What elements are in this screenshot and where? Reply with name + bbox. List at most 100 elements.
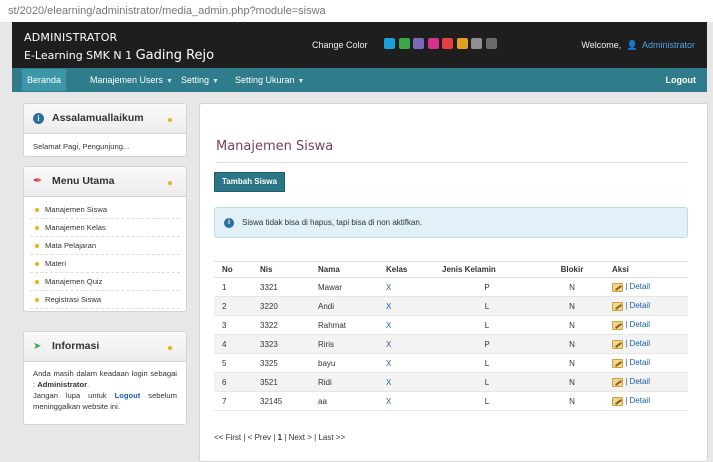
dot-icon	[168, 181, 172, 185]
user-icon: 👤	[626, 40, 638, 50]
cell-kelas[interactable]: X	[378, 353, 434, 373]
detail-link[interactable]: | Detail	[625, 282, 650, 291]
edit-icon[interactable]	[612, 339, 623, 349]
cell-kelas[interactable]: X	[378, 372, 434, 392]
color-swatch[interactable]	[485, 38, 497, 49]
logout-button[interactable]: Logout	[661, 68, 702, 92]
cell-aksi: | Detail	[604, 315, 688, 335]
color-swatch[interactable]	[384, 38, 395, 49]
cell-no: 5	[214, 353, 252, 373]
nav-setting-ukuran[interactable]: Setting Ukuran ▼	[230, 68, 309, 92]
info-circle-icon: i	[33, 113, 44, 124]
cell-no: 3	[214, 315, 252, 335]
cell-blokir: N	[540, 334, 604, 354]
cell-nis: 3322	[252, 315, 310, 335]
edit-icon[interactable]	[612, 396, 623, 406]
col-aksi: Aksi	[604, 261, 688, 278]
cell-blokir: N	[540, 391, 604, 411]
change-color-label: Change Color	[312, 40, 368, 50]
color-swatch[interactable]	[427, 38, 439, 49]
cell-nama: bayu	[310, 353, 378, 373]
cell-aksi: | Detail	[604, 277, 688, 297]
cell-jenis-kelamin: L	[434, 296, 540, 316]
col-nis: Nis	[252, 261, 310, 278]
cell-kelas[interactable]: X	[378, 277, 434, 297]
nav-manajemen-users[interactable]: Manajemen Users ▼	[85, 68, 178, 92]
greeting-box: i Assalamuallaikum Selamat Pagi, Pengunj…	[23, 103, 187, 157]
cell-kelas[interactable]: X	[378, 334, 434, 354]
color-swatch[interactable]	[413, 38, 424, 49]
chevron-down-icon: ▼	[212, 78, 219, 85]
cell-nis: 3220	[252, 296, 310, 316]
site-header: ADMINISTRATOR E-Learning SMK N 1 Gading …	[12, 22, 707, 68]
info-text: Anda masih dalam keadaan login sebagai :…	[33, 369, 177, 411]
menu-item-registrasi-siswa[interactable]: Registrasi Siswa	[30, 291, 180, 309]
edit-icon[interactable]	[612, 358, 623, 368]
menu-item-materi[interactable]: Materi	[30, 255, 180, 273]
cell-blokir: N	[540, 277, 604, 297]
edit-icon[interactable]	[612, 320, 623, 330]
cell-jenis-kelamin: L	[434, 391, 540, 411]
col-no: No	[214, 261, 252, 278]
detail-link[interactable]: | Detail	[625, 358, 650, 367]
pagination: << First | < Prev | 1 | Next > | Last >>	[214, 433, 346, 442]
cell-jenis-kelamin: P	[434, 334, 540, 354]
cell-jenis-kelamin: L	[434, 353, 540, 373]
pin-icon: ✒	[33, 175, 43, 187]
cell-blokir: N	[540, 353, 604, 373]
cell-nis: 32145	[252, 391, 310, 411]
cell-no: 6	[214, 372, 252, 392]
cell-aksi: | Detail	[604, 296, 688, 316]
color-swatch[interactable]	[456, 38, 468, 49]
site-title: ADMINISTRATOR	[24, 31, 118, 44]
nav-setting[interactable]: Setting ▼	[176, 68, 224, 92]
table-row: 7 32145 aa X L N | Detail	[214, 391, 688, 411]
table-row: 4 3323 Riris X P N | Detail	[214, 334, 688, 354]
main-nav: Beranda Manajemen Users ▼ Setting ▼ Settin…	[12, 68, 707, 92]
notice-box: i Siswa tidak bisa di hapus, tapi bisa d…	[214, 207, 688, 238]
cell-blokir: N	[540, 315, 604, 335]
cell-nama: aa	[310, 391, 378, 411]
color-swatch[interactable]	[398, 38, 410, 49]
pager-prev[interactable]: < Prev	[248, 433, 271, 442]
cell-aksi: | Detail	[604, 334, 688, 354]
address-bar[interactable]: st/2020/elearning/administrator/media_ad…	[0, 0, 713, 22]
menu-item-manajemen-quiz[interactable]: Manajemen Quiz	[30, 273, 180, 291]
edit-icon[interactable]	[612, 301, 623, 311]
siswa-table: No Nis Nama Kelas Jenis Kelamin Blokir A…	[214, 261, 688, 411]
pager-last[interactable]: Last >>	[318, 433, 345, 442]
cell-kelas[interactable]: X	[378, 391, 434, 411]
cell-jenis-kelamin: L	[434, 372, 540, 392]
menu-item-manajemen-kelas[interactable]: Manajemen Kelas	[30, 219, 180, 237]
greeting-title: Assalamuallaikum	[52, 112, 144, 124]
cell-kelas[interactable]: X	[378, 296, 434, 316]
welcome-text: Welcome, 👤 Administrator	[581, 40, 695, 50]
menu-item-manajemen-siswa[interactable]: Manajemen Siswa	[30, 201, 180, 219]
edit-icon[interactable]	[612, 282, 623, 292]
cell-jenis-kelamin: P	[434, 277, 540, 297]
detail-link[interactable]: | Detail	[625, 377, 650, 386]
menu-item-mata-pelajaran[interactable]: Mata Pelajaran	[30, 237, 180, 255]
nav-beranda[interactable]: Beranda	[22, 69, 67, 91]
logout-link[interactable]: Logout	[115, 391, 141, 400]
info-box: ➤ Informasi Anda masih dalam keadaan log…	[23, 331, 187, 425]
add-siswa-button[interactable]: Tambah Siswa	[214, 172, 285, 192]
table-row: 2 3220 Andi X L N | Detail	[214, 296, 688, 316]
user-link[interactable]: Administrator	[642, 40, 695, 50]
pager-first[interactable]: << First	[214, 433, 241, 442]
pager-next[interactable]: Next >	[289, 433, 312, 442]
edit-icon[interactable]	[612, 377, 623, 387]
cell-nama: Mawar	[310, 277, 378, 297]
detail-link[interactable]: | Detail	[625, 320, 650, 329]
cell-kelas[interactable]: X	[378, 315, 434, 335]
chevron-down-icon: ▼	[166, 78, 173, 85]
color-swatch[interactable]	[471, 38, 482, 49]
cell-no: 7	[214, 391, 252, 411]
notice-text: Siswa tidak bisa di hapus, tapi bisa di …	[242, 218, 423, 227]
table-row: 5 3325 bayu X L N | Detail	[214, 353, 688, 373]
detail-link[interactable]: | Detail	[625, 301, 650, 310]
detail-link[interactable]: | Detail	[625, 339, 650, 348]
color-swatch[interactable]	[442, 38, 453, 49]
detail-link[interactable]: | Detail	[625, 396, 650, 405]
dot-icon	[168, 346, 172, 350]
